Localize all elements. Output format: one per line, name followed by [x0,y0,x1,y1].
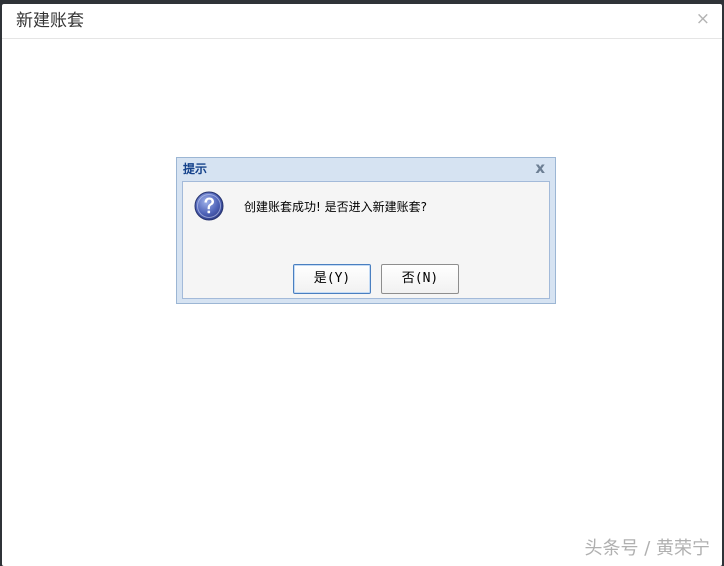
watermark-text: 头条号 / 黄荣宁 [584,538,710,559]
dialog-title: 提示 [183,162,208,176]
dialog-message: 创建账套成功! 是否进入新建账套? [244,200,427,214]
no-button[interactable]: 否(N) [381,264,459,294]
dialog-titlebar[interactable]: 提示 x [177,158,555,180]
new-account-set-window: 新建账套 × 提示 x 创建账套成功! 是否进入新建账套? 是(Y) 否(N) … [2,4,722,566]
window-title: 新建账套 [16,11,84,31]
window-close-icon[interactable]: × [696,8,710,30]
yes-button[interactable]: 是(Y) [293,264,371,294]
dialog-body: 创建账套成功! 是否进入新建账套? 是(Y) 否(N) [182,181,550,299]
window-header: 新建账套 × [2,4,722,39]
dialog-close-icon[interactable]: x [535,159,545,177]
question-icon [194,191,224,221]
message-dialog: 提示 x 创建账套成功! 是否进入新建账套? 是(Y) 否(N) [176,157,556,304]
